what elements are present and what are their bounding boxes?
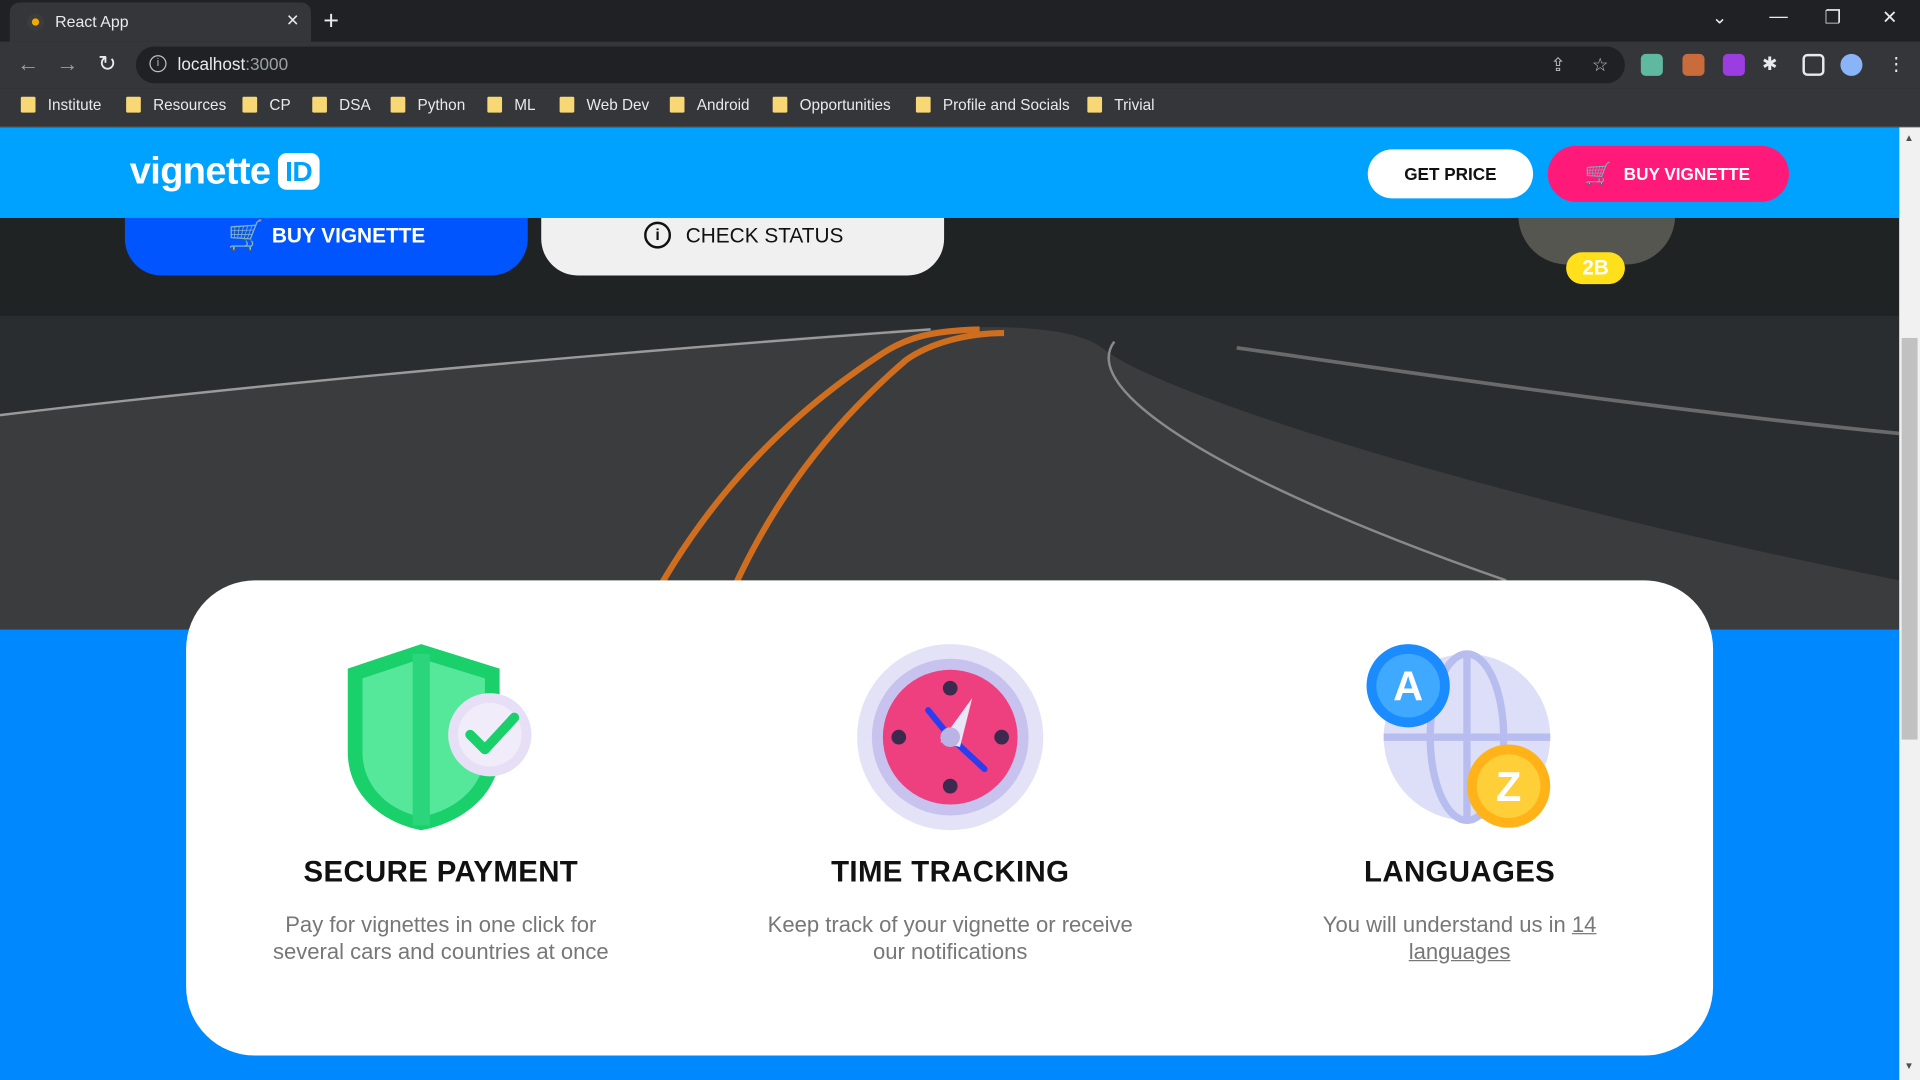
minimize-icon[interactable]: — [1769, 6, 1787, 27]
bookmark-star-icon[interactable]: ☆ [1592, 54, 1608, 76]
feature-title: LANGUAGES [1364, 855, 1556, 889]
browser-tab-strip: React App × + ⌄ — ❐ ✕ [0, 0, 1920, 42]
back-icon[interactable]: ← [17, 51, 39, 77]
folder-icon [390, 96, 406, 113]
svg-text:Z: Z [1496, 763, 1521, 810]
bookmark-folder[interactable]: Opportunities [772, 96, 891, 114]
cart-icon: 🛒 [1584, 161, 1612, 187]
feature-description: You will understand us in 14 languages [1322, 912, 1597, 964]
scroll-up-icon[interactable]: ▲ [1904, 132, 1914, 143]
bookmark-folder[interactable]: Trivial [1087, 96, 1155, 114]
bookmark-folder[interactable]: CP [242, 96, 291, 114]
globe-languages-icon: A Z [1366, 644, 1551, 828]
new-tab-icon[interactable]: + [323, 5, 339, 37]
feature-title: SECURE PAYMENT [303, 855, 579, 889]
reload-icon[interactable]: ↻ [98, 51, 116, 77]
folder-icon [1087, 96, 1103, 113]
folder-icon [20, 96, 36, 113]
header-buy-vignette-button[interactable]: 🛒 BUY VIGNETTE [1547, 145, 1789, 203]
shield-check-icon [347, 644, 532, 831]
bookmark-folder[interactable]: Resources [126, 96, 226, 114]
close-window-icon[interactable]: ✕ [1882, 6, 1897, 28]
tab-title: React App [55, 12, 129, 31]
folder-icon [126, 96, 141, 113]
get-price-button[interactable]: GET PRICE [1367, 149, 1534, 199]
svg-text:A: A [1393, 662, 1423, 709]
browser-toolbar: ← → ↻ i localhost:3000 ⇪ ☆ ✱ ⋮ [0, 41, 1920, 89]
site-info-icon[interactable]: i [149, 55, 167, 73]
extensions-puzzle-icon[interactable]: ✱ [1762, 53, 1777, 75]
profile-avatar-icon[interactable] [1840, 53, 1863, 76]
bookmark-folder[interactable]: ML [487, 96, 536, 114]
status-badge: 2B [1566, 252, 1625, 285]
feature-title: TIME TRACKING [831, 855, 1070, 889]
site-header: vignette ID GET PRICE 🛒 BUY VIGNETTE [0, 127, 1900, 218]
restore-icon[interactable]: ❐ [1825, 6, 1841, 28]
tab-search-icon[interactable]: ⌄ [1712, 6, 1727, 28]
url-text: localhost:3000 [177, 53, 289, 74]
folder-icon [242, 96, 258, 113]
extension-icon[interactable] [1722, 53, 1745, 76]
folder-icon [487, 96, 503, 113]
bookmark-folder[interactable]: Profile and Socials [915, 96, 1070, 114]
clock-icon [857, 644, 1044, 831]
folder-icon [669, 96, 685, 113]
feature-description: Pay for vignettes in one click for sever… [272, 912, 609, 964]
extension-icon[interactable] [1682, 53, 1705, 76]
share-icon[interactable]: ⇪ [1550, 54, 1565, 76]
bookmark-folder[interactable]: Web Dev [559, 96, 649, 114]
page-scrollbar[interactable]: ▲ ▼ [1899, 127, 1920, 1080]
browser-tab[interactable]: React App × [9, 2, 312, 42]
extension-icon[interactable] [1640, 53, 1663, 76]
close-tab-icon[interactable]: × [287, 9, 299, 33]
folder-icon [559, 96, 575, 113]
react-favicon-icon [26, 13, 45, 31]
folder-icon [915, 96, 931, 113]
feature-description: Keep track of your vignette or receive o… [767, 912, 1133, 964]
forward-icon[interactable]: → [56, 51, 78, 77]
page-viewport: 🛒 BUY VIGNETTE i CHECK STATUS 2B vignett… [0, 127, 1900, 1080]
bookmarks-bar: Institute Resources CP DSA Python ML Web… [0, 88, 1920, 128]
site-logo[interactable]: vignette ID [130, 149, 320, 193]
bookmark-folder[interactable]: Android [669, 96, 750, 114]
address-bar[interactable]: i localhost:3000 ⇪ ☆ [135, 46, 1625, 84]
folder-icon [312, 96, 327, 113]
scroll-down-icon[interactable]: ▼ [1904, 1060, 1914, 1071]
features-card: SECURE PAYMENT Pay for vignettes in one … [186, 580, 1714, 1056]
side-panel-icon[interactable] [1802, 53, 1825, 76]
scrollbar-thumb[interactable] [1901, 337, 1918, 740]
bookmark-folder[interactable]: Institute [20, 96, 102, 114]
folder-icon [772, 96, 788, 113]
bookmark-folder[interactable]: DSA [312, 96, 371, 114]
menu-kebab-icon[interactable]: ⋮ [1887, 53, 1905, 75]
bookmark-folder[interactable]: Python [390, 96, 465, 114]
info-icon: i [644, 221, 672, 249]
